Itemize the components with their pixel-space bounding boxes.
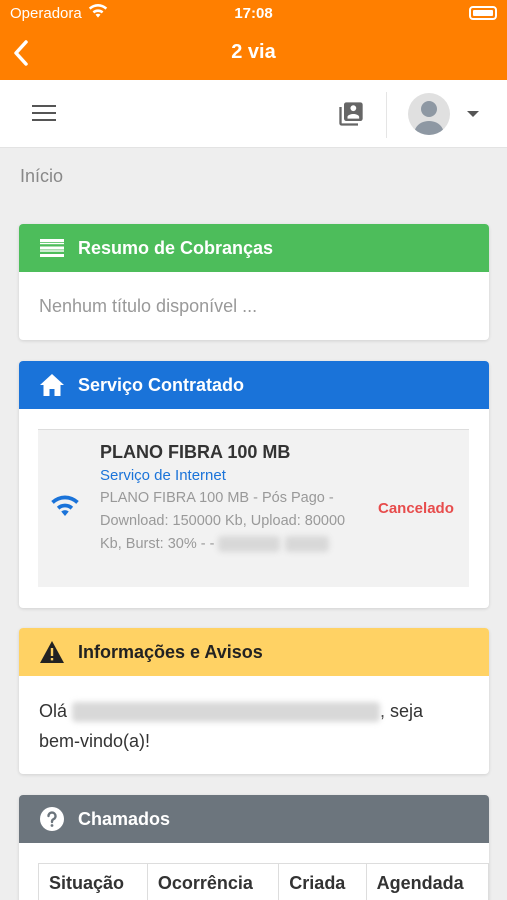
- status-badge: Cancelado: [378, 500, 454, 517]
- caret-down-icon[interactable]: [467, 111, 479, 117]
- greeting-prefix: Olá: [39, 701, 68, 721]
- column-header[interactable]: Criada: [278, 863, 367, 900]
- wifi-icon: [50, 494, 80, 523]
- plan-type: Serviço de Internet: [100, 467, 226, 484]
- hamburger-menu-icon[interactable]: [32, 105, 56, 123]
- billing-summary-card: Resumo de Cobranças Nenhum título dispon…: [19, 224, 489, 340]
- status-time: 17:08: [234, 5, 273, 22]
- nav-title: 2 via: [231, 41, 276, 63]
- redacted-text: [284, 536, 329, 553]
- column-header[interactable]: Situação: [38, 863, 148, 900]
- contacts-book-icon[interactable]: [337, 100, 365, 133]
- billing-card-header: Resumo de Cobranças: [19, 224, 489, 272]
- tickets-card-header: Chamados: [19, 795, 489, 843]
- navigation-bar: 2 via: [0, 28, 507, 80]
- battery-icon: [469, 6, 497, 20]
- service-card-title: Serviço Contratado: [78, 374, 245, 395]
- warning-icon: [39, 639, 65, 665]
- redacted-text: [72, 702, 381, 723]
- redacted-text: [218, 536, 281, 553]
- welcome-message: Olá , seja bem-vindo(a)!: [19, 676, 489, 756]
- plan-name: PLANO FIBRA 100 MB: [100, 442, 291, 462]
- column-header[interactable]: Ocorrência: [146, 863, 280, 900]
- service-card-header: Serviço Contratado: [19, 361, 489, 409]
- list-icon: [39, 235, 65, 261]
- info-card-title: Informações e Avisos: [78, 641, 263, 662]
- question-icon: [39, 806, 65, 832]
- home-icon: [39, 372, 65, 398]
- table-header-row: Situação Ocorrência Criada Agendada: [38, 863, 489, 900]
- tickets-card: Chamados Situação Ocorrência Criada Agen…: [19, 795, 489, 900]
- user-avatar-icon[interactable]: [408, 93, 450, 135]
- column-header[interactable]: Agendada: [365, 863, 489, 900]
- plan-description: PLANO FIBRA 100 MB - Pós Pago - Download…: [100, 487, 355, 556]
- billing-empty-text: Nenhum título disponível ...: [39, 296, 258, 316]
- app-toolbar: [0, 80, 507, 148]
- info-card-header: Informações e Avisos: [19, 628, 489, 676]
- tickets-table: Situação Ocorrência Criada Agendada: [38, 863, 489, 900]
- tickets-card-title: Chamados: [78, 808, 171, 829]
- breadcrumb[interactable]: Início: [20, 166, 63, 187]
- service-item[interactable]: PLANO FIBRA 100 MB Serviço de Internet P…: [38, 429, 469, 587]
- contracted-service-card: Serviço Contratado PLANO FIBRA 100 MB Se…: [19, 361, 489, 608]
- toolbar-divider: [386, 92, 387, 138]
- info-notices-card: Informações e Avisos Olá , seja bem-vind…: [19, 628, 489, 774]
- billing-card-title: Resumo de Cobranças: [78, 237, 274, 258]
- status-bar: Operadora 17:08: [0, 0, 507, 28]
